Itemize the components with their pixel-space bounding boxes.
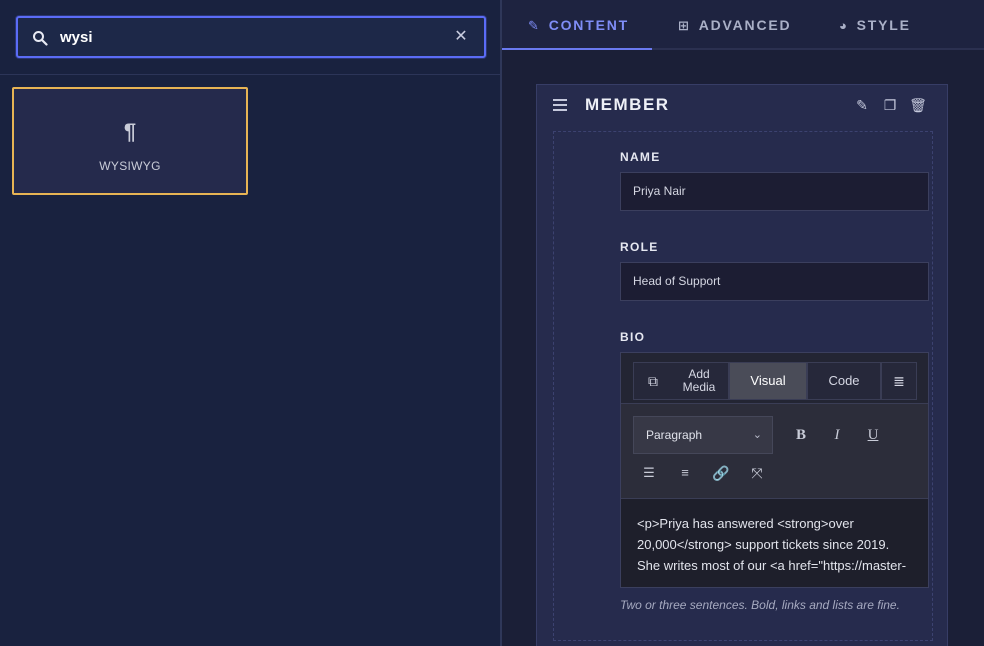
role-field[interactable]: Head of Support xyxy=(620,262,929,301)
bio-label: BIO xyxy=(620,330,646,344)
trash-icon[interactable]: 🗑 xyxy=(909,97,927,115)
edit-icon[interactable]: ✎ xyxy=(853,97,871,115)
role-label: ROLE xyxy=(620,240,659,254)
duplicate-icon[interactable]: ❐ xyxy=(881,97,899,115)
palette-icon: ◕ xyxy=(839,18,849,33)
editor-mode-bar: ⧉ Add Media Visual Code ≣ xyxy=(621,353,928,403)
widget-panel: wysi ✕ ¶ WYSIWYG xyxy=(0,0,500,646)
member-card: MEMBER ✎ ❐ 🗑 NAME Priya Nair ROLE Head o… xyxy=(536,84,948,646)
numbered-list-icon[interactable]: ≡ xyxy=(673,461,697,485)
editor-content[interactable]: <p>Priya has answered <strong>over 20,00… xyxy=(621,499,928,587)
underline-button[interactable]: U xyxy=(861,423,885,447)
drag-handle-icon[interactable] xyxy=(553,99,567,111)
add-media-button[interactable]: ⧉ Add Media xyxy=(633,362,729,400)
format-value: Paragraph xyxy=(646,428,703,442)
paragraph-icon: ¶ xyxy=(123,119,137,144)
pencil-icon: ✎ xyxy=(528,18,541,33)
format-select[interactable]: Paragraph ⌄ xyxy=(633,416,773,454)
visual-tab[interactable]: Visual xyxy=(729,362,807,400)
code-tab[interactable]: Code xyxy=(807,362,881,400)
card-fields: NAME Priya Nair ROLE Head of Support BIO… xyxy=(553,131,933,641)
name-label: NAME xyxy=(620,150,661,164)
tab-style[interactable]: ◕ STYLE xyxy=(839,0,911,50)
link-icon[interactable]: 🔗 xyxy=(709,461,733,485)
search-icon xyxy=(33,31,48,46)
widget-wysiwyg[interactable]: ¶ WYSIWYG xyxy=(12,87,248,195)
tab-label: CONTENT xyxy=(548,17,629,33)
chevron-down-icon: ⌄ xyxy=(752,429,762,441)
media-icon: ⧉ xyxy=(648,373,658,389)
settings-panel: ✎ CONTENT ⊞ ADVANCED ◕ STYLE MEMBER ✎ ❐ 🗑 N… xyxy=(502,0,984,646)
tab-content[interactable]: ✎ CONTENT xyxy=(502,0,652,50)
database-icon[interactable]: ≣ xyxy=(881,362,917,400)
tab-bar: ✎ CONTENT ⊞ ADVANCED ◕ STYLE xyxy=(502,0,984,50)
bio-help-text: Two or three sentences. Bold, links and … xyxy=(620,598,900,612)
bio-editor: ⧉ Add Media Visual Code ≣ Paragraph ⌄ B … xyxy=(620,352,929,588)
bold-button[interactable]: B xyxy=(789,423,813,447)
fullscreen-icon[interactable]: ⤧ xyxy=(745,461,769,485)
tab-label: STYLE xyxy=(856,17,911,33)
search-input[interactable]: wysi ✕ xyxy=(16,16,486,58)
close-icon[interactable]: ✕ xyxy=(452,28,470,46)
widget-label: WYSIWYG xyxy=(99,159,161,173)
tab-advanced[interactable]: ⊞ ADVANCED xyxy=(678,0,791,50)
italic-button[interactable]: I xyxy=(825,423,849,447)
tab-label: ADVANCED xyxy=(698,17,792,33)
search-value[interactable]: wysi xyxy=(60,29,93,46)
grid-icon: ⊞ xyxy=(678,18,691,33)
card-header: MEMBER ✎ ❐ 🗑 xyxy=(537,85,947,127)
search-bar-area: wysi ✕ xyxy=(0,0,500,75)
name-field[interactable]: Priya Nair xyxy=(620,172,929,211)
card-title: MEMBER xyxy=(585,95,670,114)
bullet-list-icon[interactable]: ☰ xyxy=(637,461,661,485)
add-media-label: Add Media xyxy=(682,367,716,394)
format-toolbar: Paragraph ⌄ B I U ☰ ≡ 🔗 ⤧ xyxy=(621,403,928,499)
